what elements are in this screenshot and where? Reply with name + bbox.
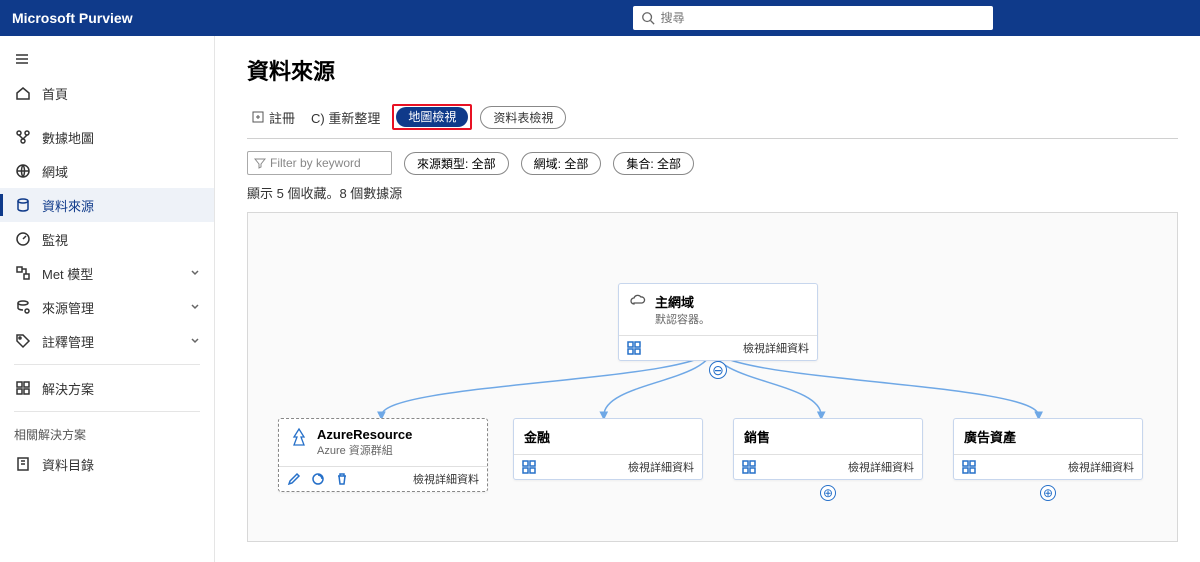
node-root[interactable]: 主網域 默認容器。 檢視詳細資料 bbox=[618, 283, 818, 361]
sidebar: 首頁 數據地圖 網域 資料來源 監視 Met 模型 來源管理 bbox=[0, 36, 215, 562]
main-content: 資料來源 註冊 C) 重新整理 地圖檢視 资料表檢視 Filter by key… bbox=[215, 36, 1200, 562]
node-title: 廣告資產 bbox=[964, 427, 1016, 446]
settings-db-icon bbox=[14, 298, 32, 316]
sidebar-item-label: 資料來源 bbox=[42, 196, 94, 215]
map-view-highlight: 地圖檢視 bbox=[392, 104, 472, 130]
page-title: 資料來源 bbox=[247, 54, 1178, 86]
map-icon bbox=[14, 128, 32, 146]
chevron-down-icon bbox=[190, 266, 200, 281]
grid-icon[interactable] bbox=[627, 341, 641, 355]
sidebar-item-label: Met 模型 bbox=[42, 264, 93, 283]
sidebar-item-solutions[interactable]: 解決方案 bbox=[0, 371, 214, 405]
delete-icon[interactable] bbox=[335, 472, 349, 486]
sidebar-item-label: 註釋管理 bbox=[42, 332, 94, 351]
grid-icon[interactable] bbox=[962, 460, 976, 474]
sidebar-item-label: 首頁 bbox=[42, 84, 68, 103]
sidebar-item-monitor[interactable]: 監視 bbox=[0, 222, 214, 256]
sidebar-item-metamodel[interactable]: Met 模型 bbox=[0, 256, 214, 290]
cloud-icon bbox=[629, 292, 647, 315]
node-subtitle: 默認容器。 bbox=[655, 311, 710, 327]
expand-button[interactable]: ⊕ bbox=[820, 485, 836, 501]
scan-icon[interactable] bbox=[311, 472, 325, 486]
collapse-button[interactable]: ⊖ bbox=[709, 361, 727, 379]
view-details-link[interactable]: 檢視詳細資料 bbox=[743, 340, 809, 356]
toolbar: 註冊 C) 重新整理 地圖檢視 资料表檢視 bbox=[247, 104, 1178, 139]
sidebar-item-annotation[interactable]: 註釋管理 bbox=[0, 324, 214, 358]
sidebar-item-domain[interactable]: 網域 bbox=[0, 154, 214, 188]
filter-bar: Filter by keyword 來源類型: 全部 網域: 全部 集合: 全部 bbox=[247, 151, 1178, 175]
node-title: AzureResource bbox=[317, 427, 412, 442]
register-button[interactable]: 註冊 bbox=[247, 106, 299, 129]
sidebar-item-label: 資料目錄 bbox=[42, 455, 94, 474]
sidebar-item-home[interactable]: 首頁 bbox=[0, 76, 214, 110]
sidebar-item-label: 解決方案 bbox=[42, 379, 94, 398]
table-view-tab[interactable]: 资料表檢視 bbox=[480, 106, 566, 129]
chevron-down-icon bbox=[190, 334, 200, 349]
node-sales[interactable]: 銷售 檢視詳細資料 bbox=[733, 418, 923, 480]
node-azure-resource[interactable]: AzureResource Azure 資源群組 檢視詳細資料 bbox=[278, 418, 488, 492]
sidebar-item-label: 數據地圖 bbox=[42, 128, 94, 147]
filter-domain[interactable]: 網域: 全部 bbox=[521, 152, 602, 175]
view-details-link[interactable]: 檢視詳細資料 bbox=[848, 459, 914, 475]
expand-button[interactable]: ⊕ bbox=[1040, 485, 1056, 501]
sidebar-item-label: 網域 bbox=[42, 162, 68, 181]
sidebar-item-catalog[interactable]: 資料目錄 bbox=[0, 447, 214, 481]
node-ads[interactable]: 廣告資產 檢視詳細資料 bbox=[953, 418, 1143, 480]
tag-icon bbox=[14, 332, 32, 350]
grid-icon[interactable] bbox=[522, 460, 536, 474]
node-subtitle: Azure 資源群組 bbox=[317, 442, 412, 458]
node-title: 金融 bbox=[524, 427, 550, 446]
edit-icon[interactable] bbox=[287, 472, 301, 486]
node-finance[interactable]: 金融 檢視詳細資料 bbox=[513, 418, 703, 480]
filter-keyword-input[interactable]: Filter by keyword bbox=[247, 151, 392, 175]
filter-collection[interactable]: 集合: 全部 bbox=[613, 152, 694, 175]
sidebar-item-label: 監視 bbox=[42, 230, 68, 249]
map-canvas[interactable]: 主網域 默認容器。 檢視詳細資料 ⊖ AzureResource Azure 資… bbox=[247, 212, 1178, 542]
model-icon bbox=[14, 264, 32, 282]
global-search[interactable] bbox=[633, 6, 993, 30]
view-details-link[interactable]: 檢視詳細資料 bbox=[413, 471, 479, 487]
filter-icon bbox=[254, 157, 266, 169]
sidebar-item-datamap[interactable]: 數據地圖 bbox=[0, 120, 214, 154]
catalog-icon bbox=[14, 455, 32, 473]
sidebar-related-heading: 相關解決方案 bbox=[0, 418, 214, 447]
gauge-icon bbox=[14, 230, 32, 248]
azure-icon bbox=[289, 427, 309, 452]
result-count: 顯示 5 個收藏。8 個數據源 bbox=[247, 183, 1178, 202]
header-bar: Microsoft Purview bbox=[0, 0, 1200, 36]
grid-icon bbox=[14, 379, 32, 397]
globe-icon bbox=[14, 162, 32, 180]
view-details-link[interactable]: 檢視詳細資料 bbox=[628, 459, 694, 475]
home-icon bbox=[14, 84, 32, 102]
sidebar-item-sources[interactable]: 資料來源 bbox=[0, 188, 214, 222]
sidebar-item-source-mgmt[interactable]: 來源管理 bbox=[0, 290, 214, 324]
refresh-button[interactable]: C) 重新整理 bbox=[307, 106, 384, 129]
grid-icon[interactable] bbox=[742, 460, 756, 474]
search-icon bbox=[641, 11, 655, 25]
database-icon bbox=[14, 196, 32, 214]
brand: Microsoft Purview bbox=[12, 10, 133, 26]
hamburger-button[interactable] bbox=[0, 42, 214, 76]
view-details-link[interactable]: 檢視詳細資料 bbox=[1068, 459, 1134, 475]
node-title: 主網域 bbox=[655, 292, 710, 311]
map-view-tab[interactable]: 地圖檢視 bbox=[396, 107, 468, 127]
search-input[interactable] bbox=[661, 11, 985, 25]
sidebar-item-label: 來源管理 bbox=[42, 298, 94, 317]
filter-source-type[interactable]: 來源類型: 全部 bbox=[404, 152, 509, 175]
chevron-down-icon bbox=[190, 300, 200, 315]
hamburger-icon bbox=[14, 51, 30, 67]
node-title: 銷售 bbox=[744, 427, 770, 446]
register-icon bbox=[251, 110, 265, 124]
